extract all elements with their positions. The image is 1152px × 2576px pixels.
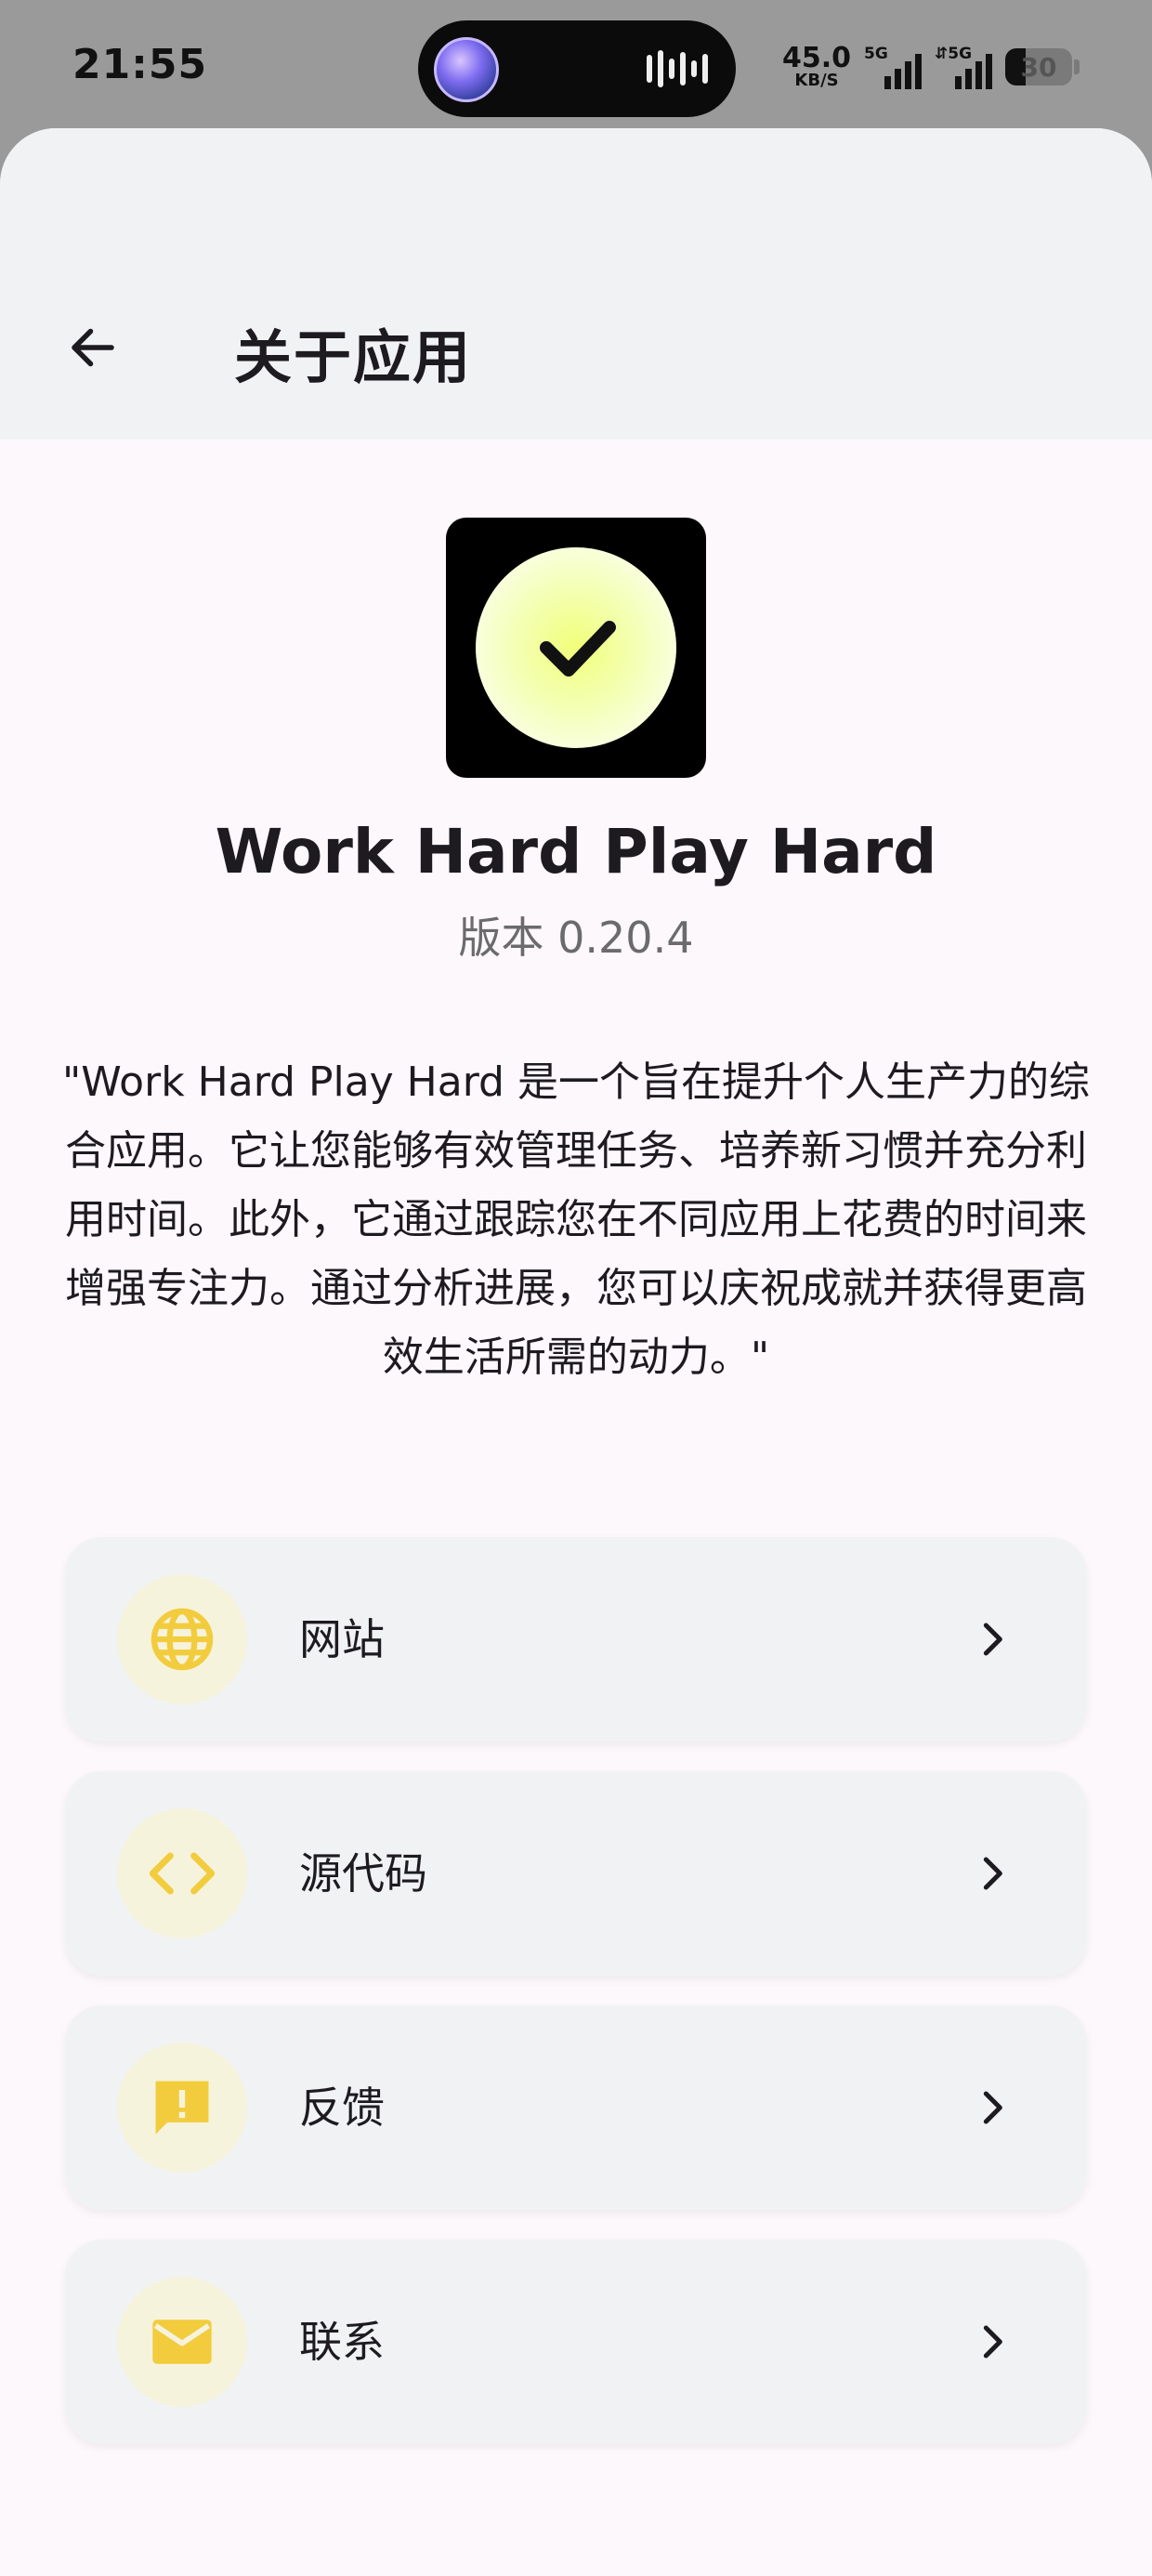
app-name: Work Hard Play Hard bbox=[215, 816, 937, 887]
app-logo bbox=[446, 518, 706, 778]
network-speed-unit: KB/S bbox=[794, 71, 839, 90]
status-indicators: 45.0 KB/S 5G ⇵5G 30 bbox=[782, 41, 1080, 93]
app-version: 版本 0.20.4 bbox=[458, 913, 694, 963]
feedback-icon bbox=[155, 2081, 209, 2135]
arrow-left-icon bbox=[72, 328, 114, 367]
globe-icon bbox=[151, 1608, 214, 1671]
contact-link[interactable]: 联系 bbox=[65, 2240, 1087, 2444]
contact-label: 联系 bbox=[299, 2317, 385, 2367]
chevron-right-icon bbox=[983, 1623, 1002, 1656]
page-title: 关于应用 bbox=[234, 323, 473, 391]
battery-icon: 30 bbox=[1005, 48, 1073, 85]
code-icon bbox=[149, 1852, 216, 1895]
source-code-label: 源代码 bbox=[299, 1848, 427, 1899]
chevron-right-icon bbox=[983, 2325, 1002, 2359]
source-code-link[interactable]: 源代码 bbox=[65, 1771, 1087, 1976]
network-speed-value: 45.0 bbox=[782, 42, 852, 74]
status-bar: 21:55 45.0 KB/S 5G ⇵5G 30 bbox=[0, 0, 1152, 139]
back-button[interactable] bbox=[48, 303, 137, 392]
website-label: 网站 bbox=[299, 1614, 385, 1664]
feedback-link[interactable]: 反馈 bbox=[65, 2005, 1087, 2210]
signal-icon-sim1: 5G bbox=[864, 45, 923, 89]
network-speed: 45.0 KB/S bbox=[782, 45, 851, 89]
battery-level: 30 bbox=[1020, 52, 1057, 83]
chevron-right-icon bbox=[983, 2091, 1002, 2124]
mail-icon bbox=[152, 2320, 212, 2364]
signal-icon-sim2: ⇵5G bbox=[935, 45, 993, 89]
dynamic-island[interactable] bbox=[418, 20, 736, 117]
app-description: "Work Hard Play Hard 是一个旨在提升个人生产力的综合应用。它… bbox=[62, 1058, 1090, 1381]
website-link[interactable]: 网站 bbox=[65, 1537, 1087, 1741]
status-time: 21:55 bbox=[72, 41, 208, 88]
audio-wave-icon bbox=[647, 48, 708, 89]
feedback-label: 反馈 bbox=[299, 2083, 385, 2133]
media-avatar bbox=[434, 37, 499, 102]
chevron-right-icon bbox=[983, 1857, 1002, 1890]
checkmark-icon bbox=[540, 621, 616, 677]
about-sheet: 关于应用 Work Hard Play Hard 版本 0.20.4 "Work… bbox=[0, 128, 1152, 2576]
app-bar: 关于应用 bbox=[0, 128, 1152, 440]
